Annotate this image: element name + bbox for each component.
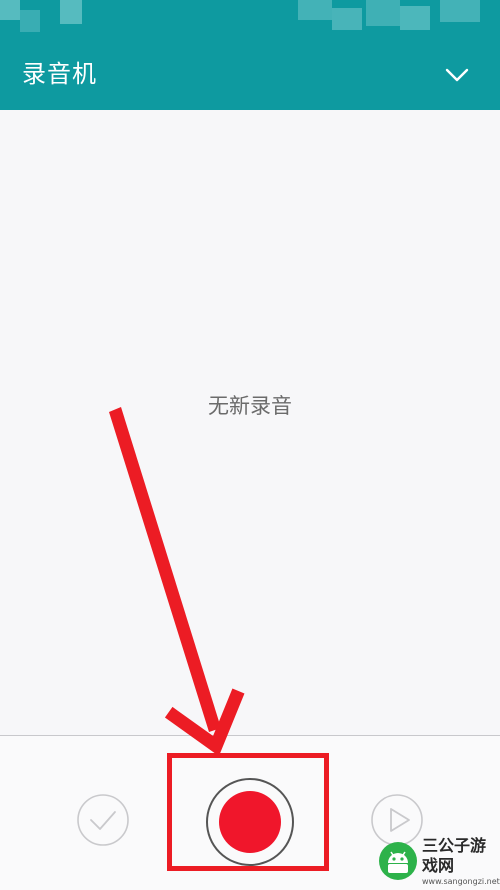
done-button[interactable]	[76, 793, 130, 847]
recordings-area: 无新录音	[0, 110, 500, 735]
watermark: 三公子游戏网 www.sangongzi.net	[378, 832, 500, 890]
watermark-name: 三公子游戏网	[422, 835, 487, 875]
chevron-down-icon[interactable]	[440, 58, 474, 92]
check-icon	[77, 794, 129, 846]
android-logo-icon	[379, 842, 417, 880]
status-bar	[0, 0, 500, 40]
empty-recordings-message: 无新录音	[208, 394, 292, 418]
watermark-url: www.sangongzi.net	[422, 876, 500, 886]
app-bar: 录音机	[0, 40, 500, 110]
app-title: 录音机	[22, 60, 97, 88]
annotation-highlight-box	[167, 753, 329, 871]
